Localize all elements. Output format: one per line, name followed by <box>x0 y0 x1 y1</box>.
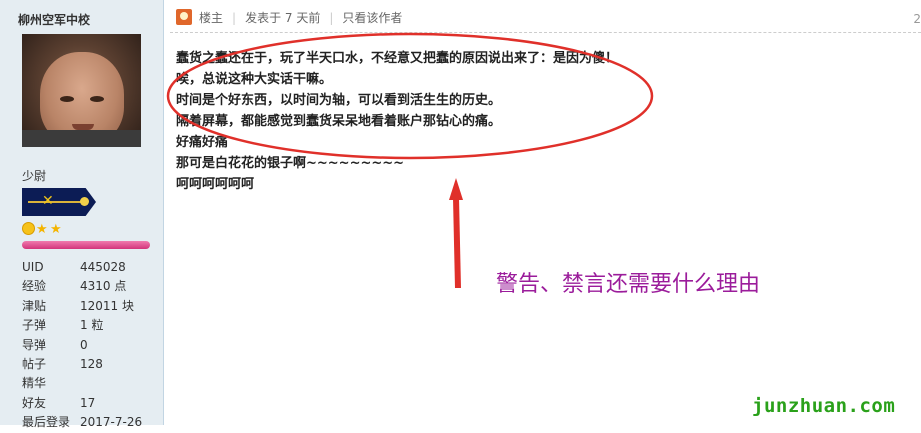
level-stars: ●★★ <box>22 222 64 236</box>
level-progress-bar <box>22 241 150 249</box>
user-sidebar: 柳州空军中校 少尉 ✕ ●★★ UID445028 经验4310 点 津贴120… <box>0 0 164 429</box>
avatar[interactable] <box>22 34 141 147</box>
author-only-link[interactable]: 只看该作者 <box>342 11 402 25</box>
sun-icon: ● <box>22 222 35 235</box>
user-stats: UID 445028 经验 4310 点 津贴 12011 块 子弹 1 粒 导弹 0 帖… <box>22 258 160 433</box>
posted-time: 发表于 7 天前 <box>245 11 321 25</box>
highlight-ellipse <box>166 32 654 160</box>
annotation-text: 警告、禁言还需要什么理由 <box>496 272 761 297</box>
post-header: 楼主 | 发表于 7 天前 | 只看该作者 <box>176 8 402 28</box>
arrow-shaft <box>453 198 461 288</box>
stat-row: 子弹 1 粒 <box>22 318 104 333</box>
stat-row: 最后登录 2017-7-26 <box>22 415 143 430</box>
star-icon: ★ <box>50 222 62 237</box>
user-rank: 少尉 <box>22 169 47 183</box>
stat-row: 好友 17 <box>22 395 96 410</box>
stat-row: 帖子 128 <box>22 356 103 371</box>
separator: | <box>329 11 334 25</box>
stat-row: 津贴 12011 块 <box>22 298 134 313</box>
star-icon: ★ <box>36 222 48 237</box>
stat-row: 精华 <box>22 376 47 391</box>
floor-label: 楼主 <box>199 11 224 25</box>
online-status-icon <box>176 9 192 25</box>
watermark: junzhuan.com <box>752 395 896 417</box>
stat-row: 导弹 0 <box>22 337 88 352</box>
arrow-head-icon <box>449 178 463 200</box>
username-link[interactable]: 柳州空军中校 <box>18 11 90 28</box>
separator: | <box>232 11 237 25</box>
stat-row: 经验 4310 点 <box>22 279 127 294</box>
rank-badge-icon: ✕ <box>22 188 96 216</box>
annotation-overlay <box>166 32 654 288</box>
stat-row: UID 445028 <box>22 260 126 274</box>
floor-number: 2 <box>913 12 921 26</box>
